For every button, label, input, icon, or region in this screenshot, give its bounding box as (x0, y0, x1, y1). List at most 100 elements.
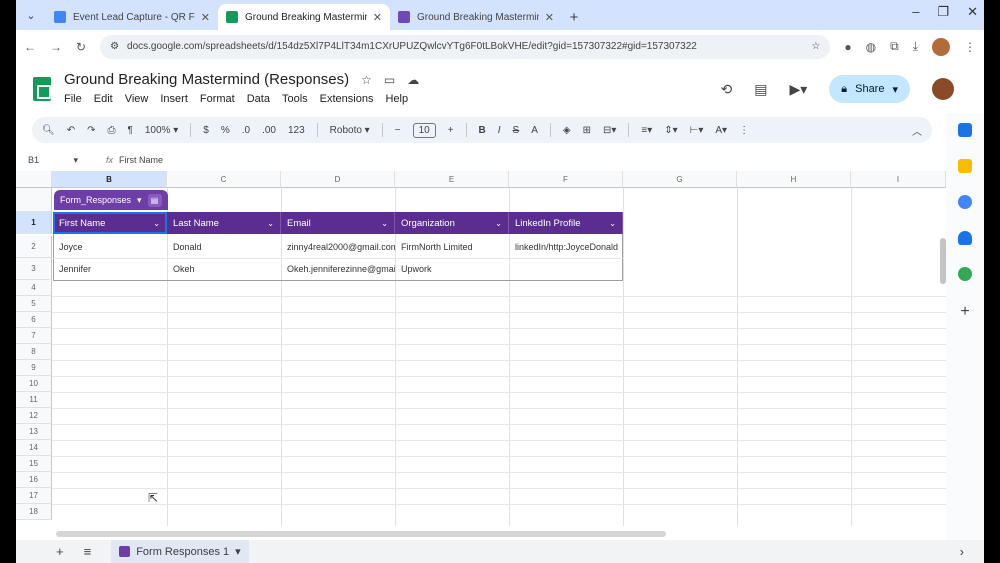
all-sheets-button[interactable]: ≡ (84, 544, 92, 559)
comments-icon[interactable]: ▤ (754, 81, 767, 98)
menu-insert[interactable]: Insert (160, 93, 188, 105)
font-size-decrease-icon[interactable]: − (395, 125, 401, 136)
column-header-c[interactable]: C (167, 171, 281, 188)
chevron-down-icon[interactable]: ⌄ (267, 219, 274, 228)
add-addon-icon[interactable]: + (960, 303, 969, 321)
tab-search-icon[interactable]: ⌄ (16, 0, 46, 30)
row-header[interactable]: 10 (16, 376, 52, 392)
maps-icon[interactable] (958, 267, 972, 281)
contacts-icon[interactable] (958, 231, 972, 245)
menu-tools[interactable]: Tools (282, 93, 308, 105)
chevron-down-icon[interactable]: ▾ (137, 195, 142, 206)
chevron-right-icon[interactable]: › (960, 544, 964, 559)
column-header-g[interactable]: G (623, 171, 737, 188)
menu-help[interactable]: Help (385, 93, 408, 105)
strikethrough-icon[interactable]: S (513, 125, 520, 136)
add-sheet-button[interactable]: + (56, 544, 64, 559)
row-header[interactable]: 14 (16, 440, 52, 456)
increase-decimal-button[interactable]: .00 (262, 125, 276, 136)
cell[interactable]: FirmNorth Limited (395, 236, 509, 258)
row-header[interactable]: 11 (16, 392, 52, 408)
cell[interactable]: Okeh (167, 258, 281, 280)
close-window-icon[interactable]: ✕ (967, 4, 978, 20)
close-tab-icon[interactable]: ✕ (373, 11, 382, 24)
row-header[interactable]: 12 (16, 408, 52, 424)
undo-icon[interactable]: ↶ (67, 125, 75, 136)
borders-icon[interactable]: ⊞ (583, 125, 591, 136)
text-rotation-icon[interactable]: A▾ (715, 125, 727, 136)
table-name-chip[interactable]: Form_Responses ▾ ▤ (54, 190, 168, 210)
table-header-linkedin[interactable]: LinkedIn Profile ⌄ (509, 212, 623, 234)
row-header[interactable]: 7 (16, 328, 52, 344)
row-header[interactable]: 15 (16, 456, 52, 472)
table-menu-icon[interactable]: ▤ (147, 193, 162, 207)
extension-icon[interactable]: ● (844, 40, 851, 54)
text-color-icon[interactable]: A (531, 125, 538, 136)
site-info-icon[interactable]: ⚙ (110, 41, 119, 52)
column-header-h[interactable]: H (737, 171, 851, 188)
move-folder-icon[interactable]: ▭ (384, 73, 395, 87)
restore-icon[interactable]: ❐ (937, 4, 949, 20)
chevron-down-icon[interactable]: ▾ (73, 155, 78, 166)
align-icon[interactable]: ≡▾ (641, 125, 652, 136)
row-header[interactable]: 4 (16, 280, 52, 296)
row-header[interactable]: 3 (16, 258, 52, 280)
redo-icon[interactable]: ↷ (87, 125, 95, 136)
table-header-last-name[interactable]: Last Name ⌄ (167, 212, 281, 234)
cell[interactable]: linkedIn/http:JoyceDonald (509, 236, 623, 258)
merge-cells-icon[interactable]: ⊟▾ (603, 125, 616, 136)
column-header-b[interactable]: B (52, 171, 167, 188)
paint-format-icon[interactable]: ¶ (127, 125, 132, 136)
column-header-i[interactable]: I (851, 171, 946, 188)
fill-color-icon[interactable]: ◈ (563, 125, 571, 136)
account-avatar[interactable] (932, 78, 954, 100)
cell[interactable]: Okeh.jenniferezinne@gmail.com (281, 258, 395, 280)
cell[interactable] (509, 258, 623, 280)
row-header[interactable]: 1 (16, 212, 52, 234)
share-button[interactable]: 🔒︎ Share ▾ (829, 75, 910, 103)
menu-view[interactable]: View (125, 93, 149, 105)
menu-file[interactable]: File (64, 93, 82, 105)
puzzle-icon[interactable]: ⧉ (890, 39, 899, 54)
download-icon[interactable]: ⤓ (913, 39, 918, 54)
forward-icon[interactable]: → (50, 40, 62, 54)
name-box[interactable]: B1 ▾ (16, 155, 86, 166)
bookmark-star-icon[interactable]: ☆ (811, 41, 820, 52)
minimize-icon[interactable]: – (912, 4, 919, 20)
percent-button[interactable]: % (221, 125, 230, 136)
decrease-decimal-button[interactable]: .0 (242, 125, 250, 136)
profile-avatar[interactable] (932, 37, 950, 56)
version-history-icon[interactable]: ⟲ (720, 81, 732, 98)
row-header[interactable]: 6 (16, 312, 52, 328)
keep-icon[interactable] (958, 159, 972, 173)
row-header[interactable]: 17 (16, 488, 52, 504)
row-header[interactable]: 16 (16, 472, 52, 488)
back-icon[interactable]: ← (24, 40, 36, 54)
chevron-down-icon[interactable]: ⌄ (495, 219, 502, 228)
row-header[interactable]: 5 (16, 296, 52, 312)
doc-title[interactable]: Ground Breaking Mastermind (Responses) (64, 71, 349, 88)
menu-data[interactable]: Data (247, 93, 270, 105)
row-header[interactable]: 9 (16, 360, 52, 376)
table-header-organization[interactable]: Organization ⌄ (395, 212, 509, 234)
font-size-input[interactable]: 10 (412, 122, 436, 138)
cell[interactable]: Jennifer (53, 258, 167, 280)
star-icon[interactable]: ☆ (361, 73, 372, 87)
row-header[interactable]: 2 (16, 236, 52, 258)
row-header[interactable]: 8 (16, 344, 52, 360)
menu-edit[interactable]: Edit (94, 93, 113, 105)
cell[interactable]: Joyce (53, 236, 167, 258)
reload-icon[interactable]: ↻ (76, 40, 86, 54)
print-icon[interactable]: ⎙ (107, 125, 115, 136)
table-header-email[interactable]: Email ⌄ (281, 212, 395, 234)
tab-event-lead[interactable]: Event Lead Capture - QR Form ✕ (46, 4, 218, 30)
zoom-select[interactable]: 100% ▾ (145, 125, 178, 136)
currency-button[interactable]: $ (203, 125, 209, 136)
bold-icon[interactable]: B (479, 125, 486, 136)
menu-format[interactable]: Format (200, 93, 235, 105)
chevron-down-icon[interactable]: ⌄ (381, 219, 388, 228)
select-all-corner[interactable] (16, 171, 52, 188)
chevron-down-icon[interactable]: ⌄ (609, 219, 616, 228)
italic-icon[interactable]: I (498, 125, 501, 136)
row-header[interactable]: 13 (16, 424, 52, 440)
